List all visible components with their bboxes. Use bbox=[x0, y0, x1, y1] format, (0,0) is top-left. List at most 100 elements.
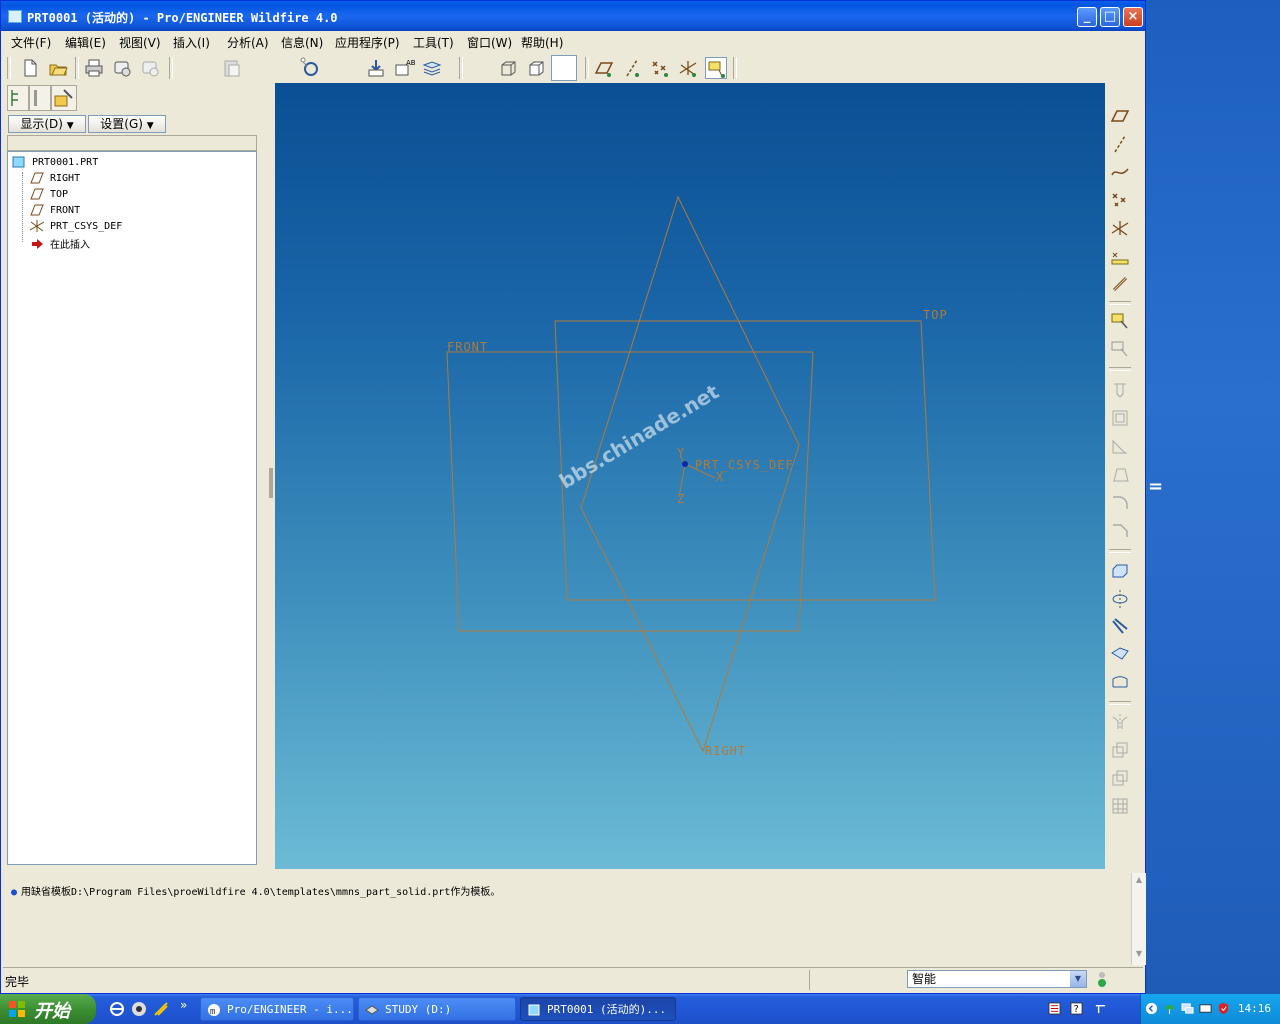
tree-item-top[interactable]: TOP bbox=[30, 188, 68, 200]
blend-tool-icon[interactable] bbox=[1109, 643, 1131, 665]
color-appearance-icon[interactable] bbox=[551, 55, 577, 81]
extrude-tool-icon[interactable] bbox=[1109, 559, 1131, 581]
tree-item-csys[interactable]: PRT_CSYS_DEF bbox=[30, 220, 122, 232]
scroll-up-icon[interactable]: ▲ bbox=[1133, 875, 1145, 887]
trim-tool-icon[interactable] bbox=[1109, 767, 1131, 789]
desktop-icon-fragment[interactable]: = bbox=[1148, 476, 1163, 497]
sweep-tool-icon[interactable] bbox=[1109, 615, 1131, 637]
analysis-feature-icon[interactable] bbox=[1109, 245, 1131, 267]
tree-item-part[interactable]: PRT0001.PRT bbox=[12, 156, 98, 168]
datum-axis-tool-icon[interactable] bbox=[1109, 133, 1131, 155]
annotation-display-icon[interactable] bbox=[705, 57, 727, 79]
graphics-window[interactable]: TOP FRONT RIGHT PRT_CSYS_DEF X Y Z bbs.c… bbox=[275, 83, 1105, 869]
title-bar[interactable]: PRT0001 (活动的) - Pro/ENGINEER Wildfire 4.… bbox=[1, 1, 1145, 31]
monitor-icon[interactable] bbox=[1181, 1002, 1194, 1015]
task-study-folder[interactable]: STUDY (D:) bbox=[358, 997, 516, 1021]
start-button[interactable]: 开始 bbox=[0, 994, 96, 1024]
send-disabled-icon[interactable] bbox=[139, 57, 161, 79]
mirror-tool-icon[interactable] bbox=[1109, 711, 1131, 733]
tree-item-right[interactable]: RIGHT bbox=[30, 172, 80, 184]
datum-curve-tool-icon[interactable] bbox=[1109, 161, 1131, 183]
window-app-icon bbox=[8, 10, 22, 23]
email-icon[interactable] bbox=[111, 57, 133, 79]
draft-tool-icon[interactable] bbox=[1109, 463, 1131, 485]
media-player-icon[interactable] bbox=[130, 1000, 148, 1018]
print-icon[interactable] bbox=[83, 57, 105, 79]
system-tray: 14:16 bbox=[1140, 994, 1280, 1024]
csys-triad[interactable]: X Y Z bbox=[677, 446, 724, 506]
tree-item-insert-here[interactable]: 在此插入 bbox=[30, 236, 90, 251]
navigator-splitter[interactable] bbox=[263, 83, 273, 869]
menu-applications[interactable]: 应用程序(P) bbox=[335, 34, 400, 51]
paste-icon[interactable] bbox=[221, 57, 243, 79]
menu-help[interactable]: 帮助(H) bbox=[521, 34, 563, 51]
sketch-tool-icon[interactable] bbox=[1109, 309, 1131, 331]
security-shield-icon[interactable] bbox=[1217, 1002, 1230, 1015]
tab-model-tree[interactable] bbox=[7, 85, 29, 111]
csys-tool-icon[interactable] bbox=[1109, 217, 1131, 239]
menu-view[interactable]: 视图(V) bbox=[119, 34, 161, 51]
scroll-down-icon[interactable]: ▼ bbox=[1133, 949, 1145, 961]
round-tool-icon[interactable] bbox=[1109, 491, 1131, 513]
quick-launch-chevron[interactable]: » bbox=[180, 998, 187, 1012]
menu-window[interactable]: 窗口(W) bbox=[467, 34, 512, 51]
show-dropdown-button[interactable]: 显示(D) ▼ bbox=[8, 115, 86, 133]
datum-axis-display-icon[interactable] bbox=[621, 57, 643, 79]
menu-analysis[interactable]: 分析(A) bbox=[227, 34, 269, 51]
datum-point-display-icon[interactable] bbox=[649, 57, 671, 79]
hole-tool-icon[interactable] bbox=[1109, 379, 1131, 401]
settings-dropdown-button[interactable]: 设置(G) ▼ bbox=[88, 115, 166, 133]
revolve-tool-icon[interactable] bbox=[1109, 587, 1131, 609]
maximize-button[interactable]: □ bbox=[1100, 7, 1120, 27]
help-icon[interactable]: ? bbox=[1070, 1002, 1083, 1015]
datum-point-tool-icon[interactable] bbox=[1109, 189, 1131, 211]
network-icon[interactable] bbox=[1163, 1002, 1176, 1015]
datum-plane-display-icon[interactable] bbox=[593, 57, 615, 79]
ime-toggle-icon[interactable] bbox=[1094, 1002, 1107, 1015]
link-icon[interactable] bbox=[1109, 273, 1131, 295]
dropdown-arrow-icon: ▼ bbox=[66, 121, 74, 131]
chamfer-tool-icon[interactable] bbox=[1109, 519, 1131, 541]
view-orient-icon[interactable] bbox=[497, 57, 519, 79]
tab-folder-browser[interactable] bbox=[29, 85, 51, 111]
selection-filter-dropdown[interactable]: 智能 ▼ bbox=[907, 970, 1087, 988]
menu-tools[interactable]: 工具(T) bbox=[413, 34, 454, 51]
clock[interactable]: 14:16 bbox=[1238, 1002, 1271, 1015]
tree-item-front[interactable]: FRONT bbox=[30, 204, 80, 216]
close-button[interactable]: × bbox=[1123, 7, 1143, 27]
datum-plane-front[interactable] bbox=[446, 351, 814, 632]
merge-tool-icon[interactable] bbox=[1109, 739, 1131, 761]
new-file-icon[interactable] bbox=[19, 57, 41, 79]
layers-icon[interactable] bbox=[421, 57, 443, 79]
rib-tool-icon[interactable] bbox=[1109, 435, 1131, 457]
regenerate-icon[interactable] bbox=[299, 57, 321, 79]
menu-file[interactable]: 文件(F) bbox=[11, 34, 51, 51]
sketch-disabled-icon[interactable] bbox=[1109, 337, 1131, 359]
tab-favorites[interactable] bbox=[51, 85, 77, 111]
chevron-down-icon[interactable]: ▼ bbox=[1070, 971, 1086, 987]
saved-views-icon[interactable] bbox=[525, 57, 547, 79]
shell-tool-icon[interactable] bbox=[1109, 407, 1131, 429]
message-scrollbar[interactable]: ▲ ▼ bbox=[1131, 873, 1146, 965]
csys-display-icon[interactable] bbox=[677, 57, 699, 79]
menu-info[interactable]: 信息(N) bbox=[281, 34, 323, 51]
language-bar-icon[interactable] bbox=[1199, 1002, 1212, 1015]
datum-plane-right[interactable] bbox=[580, 195, 800, 753]
open-file-icon[interactable] bbox=[47, 57, 69, 79]
minimize-button[interactable]: _ bbox=[1077, 7, 1097, 27]
task-proengineer[interactable]: m Pro/ENGINEER - i... bbox=[200, 997, 354, 1021]
tray-expand-icon[interactable] bbox=[1145, 1002, 1158, 1015]
task-prt0001[interactable]: PRT0001 (活动的)... bbox=[520, 997, 676, 1021]
pattern-tool-icon[interactable] bbox=[1109, 795, 1131, 817]
menu-edit[interactable]: 编辑(E) bbox=[65, 34, 106, 51]
splitter-grip[interactable] bbox=[269, 468, 273, 498]
menu-insert[interactable]: 插入(I) bbox=[173, 34, 210, 51]
input-method-icon[interactable] bbox=[1048, 1002, 1061, 1015]
model-tree-icon[interactable] bbox=[365, 57, 387, 79]
rename-icon[interactable]: AB bbox=[393, 57, 416, 79]
proengineer-window: PRT0001 (活动的) - Pro/ENGINEER Wildfire 4.… bbox=[0, 0, 1146, 994]
quick-launch-icon[interactable] bbox=[152, 1000, 170, 1018]
internet-explorer-icon[interactable] bbox=[108, 1000, 126, 1018]
boundary-blend-icon[interactable] bbox=[1109, 671, 1131, 693]
datum-plane-tool-icon[interactable] bbox=[1109, 105, 1131, 127]
